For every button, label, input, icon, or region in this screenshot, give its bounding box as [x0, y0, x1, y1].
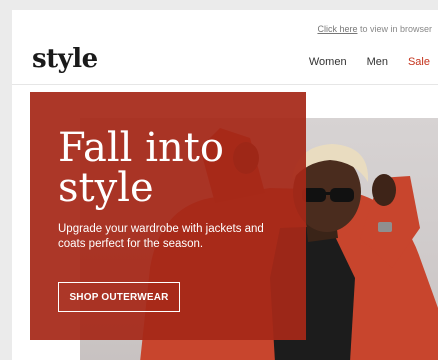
brand-logo[interactable]: style: [32, 44, 98, 74]
email-frame: Click here to view in browser style Wome…: [12, 10, 438, 360]
hero-subtitle: Upgrade your wardrobe with jackets and c…: [58, 223, 264, 250]
view-in-browser-bar: Click here to view in browser: [317, 24, 432, 34]
main-nav: Women Men Sale: [289, 56, 430, 68]
header-divider: [12, 84, 438, 85]
view-in-browser-text: to view in browser: [357, 24, 432, 34]
hero-title: Fall into style: [58, 128, 298, 208]
view-in-browser-link[interactable]: Click here: [317, 24, 357, 34]
nav-item-men[interactable]: Men: [367, 56, 388, 68]
hero-banner: Fall into style Upgrade your wardrobe wit…: [12, 92, 438, 360]
hero-title-line2: style: [58, 165, 154, 211]
nav-item-sale[interactable]: Sale: [408, 56, 430, 68]
nav-item-women[interactable]: Women: [309, 56, 347, 68]
shop-outerwear-button[interactable]: SHOP OUTERWEAR: [58, 282, 180, 312]
